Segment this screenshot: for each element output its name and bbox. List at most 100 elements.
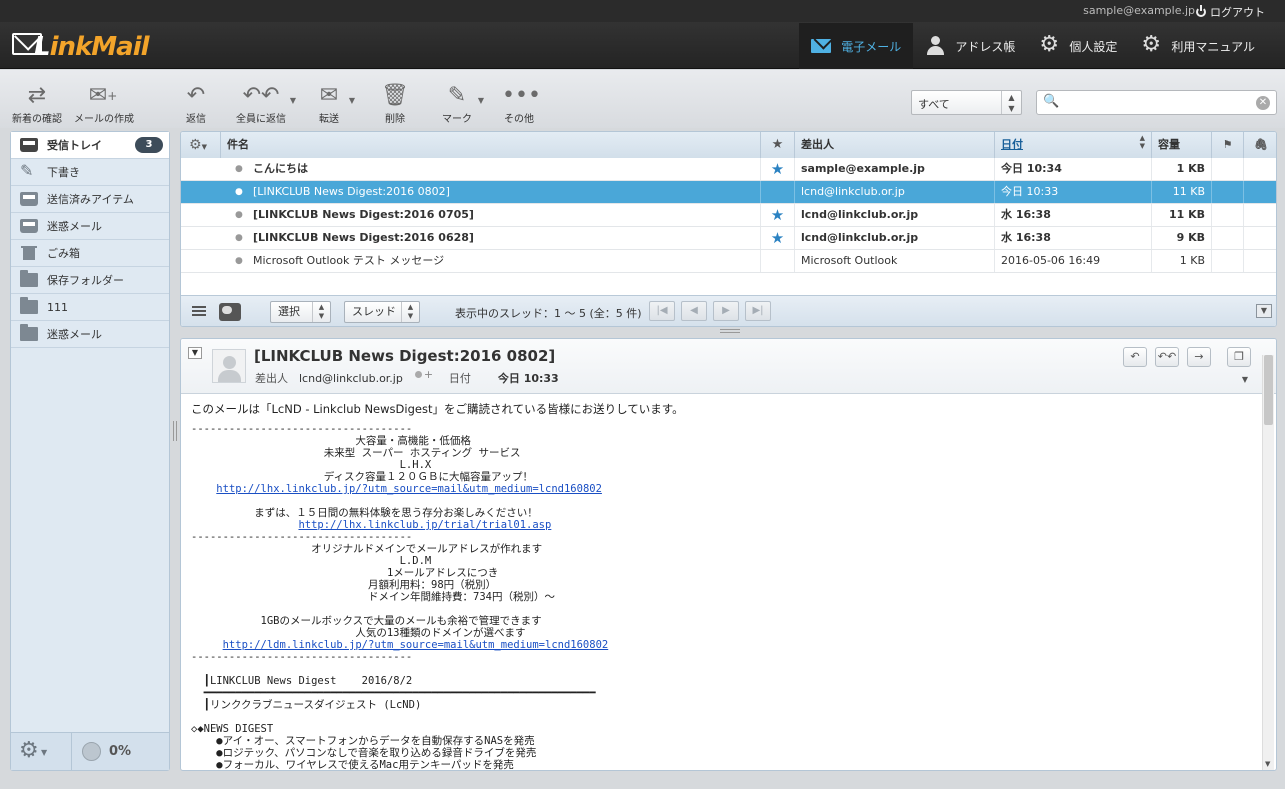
flagged-star-icon[interactable]: ★ [761,158,795,180]
folder-drafts[interactable]: 下書き [11,159,169,186]
reply-all-icon[interactable]: ↶↶ [1155,347,1179,367]
folder-saved[interactable]: 保存フォルダー [11,267,169,294]
next-page-button[interactable]: ▶ [713,301,739,321]
search-icon[interactable]: 🔍 [1043,94,1059,109]
flag-cell[interactable] [761,181,795,203]
logout-link[interactable]: ログアウト [1196,4,1265,20]
flag-cell[interactable] [761,250,795,272]
compose-button[interactable]: ✉+ メールの作成 [74,82,134,125]
column-status-flag-icon[interactable]: ⚑ [1212,132,1244,158]
delete-button[interactable]: 🗑 削除 [378,82,412,125]
folder-111[interactable]: 111 [11,294,169,321]
row-attachment-cell [1244,227,1276,249]
reply-icon[interactable]: ↶ [1123,347,1147,367]
row-status-cell [1212,181,1244,203]
reply-button[interactable]: ↶ 返信 [178,82,214,125]
column-from[interactable]: 差出人 [795,132,995,158]
folder-trash[interactable]: ごみ箱 [11,240,169,267]
select-dropdown[interactable]: 選択 ▲ ▼ [270,301,331,323]
body-line: ----------------------------------- [191,651,413,663]
reply-all-button[interactable]: ↶↶ 全員に返信 ▼ [234,82,296,125]
top-bar: sample@example.jp ログアウト LinkMail 電子メール ア… [0,0,1285,69]
row-from: lcnd@linkclub.or.jp [795,181,995,203]
inbox-icon [20,138,38,152]
row-attachment-cell [1244,158,1276,180]
body-line: オリジナルドメインでメールアドレスが作れます [191,543,543,555]
forward-button[interactable]: ✉ 転送 ▼ [311,82,355,125]
linkmail-logo[interactable]: LinkMail [12,30,162,64]
prev-page-button[interactable]: ◀ [681,301,707,321]
folder-inbox[interactable]: 受信トレイ 3 [11,132,169,159]
flagged-star-icon[interactable]: ★ [761,204,795,226]
preview-resize-handle[interactable] [720,329,740,333]
thread-dropdown[interactable]: スレッド ▲ ▼ [344,301,420,323]
list-view-icon[interactable] [189,303,211,321]
reply-person-icon: ↶ [186,83,206,108]
folder-settings-gear-icon[interactable]: ⚙ ▼ [19,738,47,763]
flagged-star-icon[interactable]: ★ [761,227,795,249]
row-subject: [LINKCLUB News Digest:2016 0802] [221,181,761,203]
last-page-button[interactable]: ▶| [745,301,771,321]
list-footer-bar: 選択 ▲ ▼ スレッド ▲ ▼ 表示中のスレッド：1 ～ 5 (全：5 件) |◀ ◀ … [181,295,1276,326]
table-row[interactable]: ● [LINKCLUB News Digest:2016 0628] ★ lcnd@l… [181,227,1276,250]
body-line: ◇◆NEWS DIGEST [191,723,274,735]
body-link[interactable]: http://lhx.linkclub.jp/trial/trial01.asp [298,519,551,531]
nav-manual[interactable]: 利用マニュアル [1129,23,1267,69]
column-attachment-icon[interactable]: 🖇 [1244,132,1276,158]
nav-settings[interactable]: 個人設定 [1027,23,1129,69]
body-line: ----------------------------------- [191,531,413,543]
add-contact-icon[interactable] [413,368,433,385]
clear-search-icon[interactable]: ✕ [1256,96,1270,110]
mark-button[interactable]: ✎ マーク ▼ [438,82,484,125]
table-row[interactable]: ● こんにちは ★ sample@example.jp 今日 10:34 1 KB [181,158,1276,181]
scrollbar-thumb[interactable] [1264,355,1273,425]
folder-junk-custom[interactable]: 迷惑メール [11,321,169,348]
body-line: 人気の13種類のドメインが選べます [191,627,526,639]
preview-scrollbar[interactable]: ▼ [1262,355,1274,770]
collapse-preview-icon[interactable]: ▼ [1256,304,1272,318]
thread-view-icon[interactable] [219,303,241,321]
sidebar-resize-handle[interactable] [173,421,177,441]
message-preview: ▼ [LINKCLUB News Digest:2016 0802] 差出人 l… [180,338,1277,771]
column-subject[interactable]: 件名 [221,132,761,158]
filter-select[interactable]: すべて ▲ ▼ [911,90,1022,115]
search-input[interactable] [1067,94,1252,111]
unread-count-badge: 3 [135,137,163,153]
body-line: ドメイン年間維持費：734円（税別）～ [191,591,555,603]
table-row[interactable]: ● Microsoft Outlook テスト メッセージ Microsoft Ou… [181,250,1276,273]
column-flag-star-icon[interactable]: ★ [761,132,795,158]
nav-address-book[interactable]: アドレス帳 [913,23,1027,69]
table-row[interactable]: ● [LINKCLUB News Digest:2016 0705] ★ lcnd@l… [181,204,1276,227]
column-date[interactable]: 日付 ▲ ▼ [995,132,1152,158]
header-toggle-icon[interactable]: ▼ [188,347,202,359]
body-link[interactable]: http://lhx.linkclub.jp/?utm_source=mail&… [216,483,602,495]
scroll-down-icon[interactable]: ▼ [1265,760,1270,768]
chevron-down-icon: ▼ [201,143,207,151]
body-line [191,483,216,495]
row-size: 1 KB [1152,158,1212,180]
forward-icon[interactable]: → [1187,347,1211,367]
from-address[interactable]: lcnd@linkclub.or.jp [299,372,403,385]
quota-indicator: 0% [71,733,131,770]
body-line: ━━━━━━━━━━━━━━━━━━━━━━━━━━━━━━━━━━━━━━━━… [191,687,596,699]
first-page-button[interactable]: |◀ [649,301,675,321]
sidebar-footer: ⚙ ▼ 0% [11,732,169,770]
message-list: ⚙▼ 件名 ★ 差出人 日付 ▲ ▼ 容量 ⚑ 🖇 ● こんにちは ★ sample@ex… [180,131,1277,327]
more-button[interactable]: ••• その他 [502,82,541,125]
row-date: 2016-05-06 16:49 [995,250,1152,272]
nav-mail[interactable]: 電子メール [799,23,914,69]
list-options-header[interactable]: ⚙▼ [181,132,221,158]
check-new-button[interactable]: ⇄ 新着の確認 [12,82,62,125]
user-email: sample@example.jp [1083,4,1195,17]
chevron-down-icon[interactable]: ▼ [1242,375,1248,384]
table-row[interactable]: ● [LINKCLUB News Digest:2016 0802] lcnd@li… [181,181,1276,204]
row-date: 水 16:38 [995,204,1152,226]
body-link[interactable]: http://ldm.linkclub.jp/?utm_source=mail&… [223,639,609,651]
folder-sidebar: 受信トレイ 3 下書き 送信済みアイテム 迷惑メール ごみ箱 保存フォルダー 1… [10,131,170,771]
row-date: 今日 10:34 [995,158,1152,180]
open-window-icon[interactable]: ❐ [1227,347,1251,367]
column-size[interactable]: 容量 [1152,132,1212,158]
folder-sent[interactable]: 送信済みアイテム [11,186,169,213]
folder-junk[interactable]: 迷惑メール [11,213,169,240]
logout-label: ログアウト [1210,6,1265,19]
